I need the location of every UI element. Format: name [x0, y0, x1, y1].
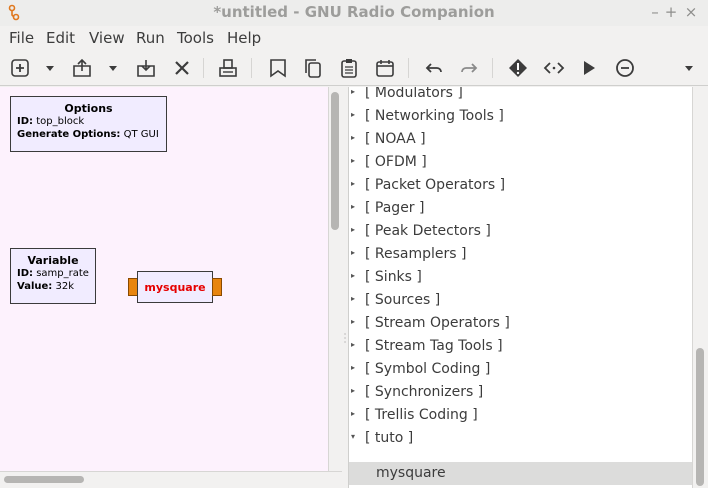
close-window-button[interactable]: × [683, 3, 699, 21]
tree-item[interactable]: ▸ [ Sources ] [349, 289, 692, 312]
expanded-icon[interactable]: ▾ [351, 432, 357, 442]
tree-item[interactable]: ▸ [ OFDM ] [349, 151, 692, 174]
tree-item[interactable]: ▸ [ Trellis Coding ] [349, 404, 692, 427]
tree-item[interactable]: ▸ [ Packet Operators ] [349, 174, 692, 197]
menu-tools[interactable]: Tools [177, 29, 214, 47]
new-dropdown-icon[interactable] [46, 64, 54, 72]
tree-item[interactable]: ▸ [ Pager ] [349, 197, 692, 220]
options-id-row: ID: top_block [17, 116, 85, 127]
title-bar: *untitled - GNU Radio Companion – + × [0, 0, 708, 26]
tree-vertical-scroll-thumb[interactable] [696, 348, 704, 486]
menu-view[interactable]: View [89, 29, 125, 47]
save-icon[interactable] [134, 56, 158, 80]
toolbar [0, 50, 708, 86]
menu-edit[interactable]: Edit [46, 29, 75, 47]
menu-bar: File Edit View Run Tools Help [0, 26, 708, 50]
tree-item[interactable]: ▸ [ Peak Detectors ] [349, 220, 692, 243]
window-title: *untitled - GNU Radio Companion [213, 3, 495, 21]
tree-item[interactable]: ▸ [ Stream Operators ] [349, 312, 692, 335]
kill-icon[interactable] [613, 56, 637, 80]
properties-icon[interactable] [373, 56, 397, 80]
expander-icon[interactable]: ▸ [351, 248, 357, 258]
minimize-button[interactable]: – [647, 3, 663, 21]
expander-icon[interactable]: ▸ [351, 294, 357, 304]
expander-icon[interactable]: ▸ [351, 363, 357, 373]
more-icon[interactable] [685, 64, 693, 72]
variable-id-row: ID: samp_rate [17, 268, 89, 279]
toolbar-separator [203, 58, 204, 78]
tree-item[interactable]: ▸ [ Modulators ] [349, 87, 692, 105]
variable-block[interactable]: Variable ID: samp_rate Value: 32k [10, 248, 96, 304]
close-icon[interactable] [170, 56, 194, 80]
menu-run[interactable]: Run [136, 29, 165, 47]
options-block[interactable]: Options ID: top_block Generate Options: … [10, 96, 167, 152]
generate-icon[interactable] [542, 56, 566, 80]
expander-icon[interactable]: ▸ [351, 225, 357, 235]
expander-icon[interactable]: ▸ [351, 156, 357, 166]
menu-file[interactable]: File [9, 29, 34, 47]
tree-item-tuto[interactable]: ▾ [ tuto ] [349, 427, 692, 450]
new-icon[interactable] [8, 56, 32, 80]
maximize-button[interactable]: + [663, 3, 679, 21]
variable-value-row: Value: 32k [17, 281, 74, 292]
mysquare-block[interactable]: mysquare [137, 271, 213, 303]
execute-icon[interactable] [577, 56, 601, 80]
app-window: *untitled - GNU Radio Companion – + × Fi… [0, 0, 708, 488]
tree-item[interactable]: ▸ [ Sinks ] [349, 266, 692, 289]
expander-icon[interactable]: ▸ [351, 340, 357, 350]
menu-help[interactable]: Help [227, 29, 261, 47]
variable-block-title: Variable [27, 254, 79, 267]
tree-item-mysquare[interactable]: mysquare [349, 462, 692, 485]
expander-icon[interactable]: ▸ [351, 133, 357, 143]
canvas-horizontal-scroll-thumb[interactable] [4, 476, 84, 483]
screenshot-icon[interactable] [266, 56, 290, 80]
expander-icon[interactable]: ▸ [351, 409, 357, 419]
toolbar-separator [408, 58, 409, 78]
tree-item[interactable]: ▸ [ Stream Tag Tools ] [349, 335, 692, 358]
expander-icon[interactable]: ▸ [351, 110, 357, 120]
pane-grip-icon: · · · [343, 330, 347, 347]
copy-icon[interactable] [301, 56, 325, 80]
output-port[interactable] [212, 278, 222, 296]
tree-item[interactable]: ▸ [ Synchronizers ] [349, 381, 692, 404]
expander-icon[interactable]: ▸ [351, 179, 357, 189]
expander-icon[interactable]: ▸ [351, 317, 357, 327]
expander-icon[interactable]: ▸ [351, 386, 357, 396]
canvas-vertical-scroll-thumb[interactable] [331, 92, 339, 230]
open-icon[interactable] [70, 56, 94, 80]
tree-item[interactable]: ▸ [ Symbol Coding ] [349, 358, 692, 381]
paste-icon[interactable] [337, 56, 361, 80]
print-icon[interactable] [216, 56, 240, 80]
expander-icon[interactable]: ▸ [351, 87, 357, 97]
toolbar-separator [251, 58, 252, 78]
tree-item[interactable]: ▸ [ Resamplers ] [349, 243, 692, 266]
tree-item[interactable]: ▸ [ NOAA ] [349, 128, 692, 151]
toolbar-separator [492, 58, 493, 78]
flowgraph-canvas[interactable]: Options ID: top_block Generate Options: … [0, 87, 328, 471]
block-library-tree[interactable]: ▸ [ Modulators ] ▸ [ Networking Tools ] … [348, 87, 692, 488]
tree-item[interactable]: ▸ [ Networking Tools ] [349, 105, 692, 128]
errors-icon[interactable] [506, 56, 530, 80]
redo-icon[interactable] [457, 56, 481, 80]
options-generate-row: Generate Options: QT GUI [17, 129, 159, 140]
options-block-title: Options [64, 102, 113, 115]
expander-icon[interactable]: ▸ [351, 271, 357, 281]
expander-icon[interactable]: ▸ [351, 202, 357, 212]
open-dropdown-icon[interactable] [109, 64, 117, 72]
undo-icon[interactable] [422, 56, 446, 80]
